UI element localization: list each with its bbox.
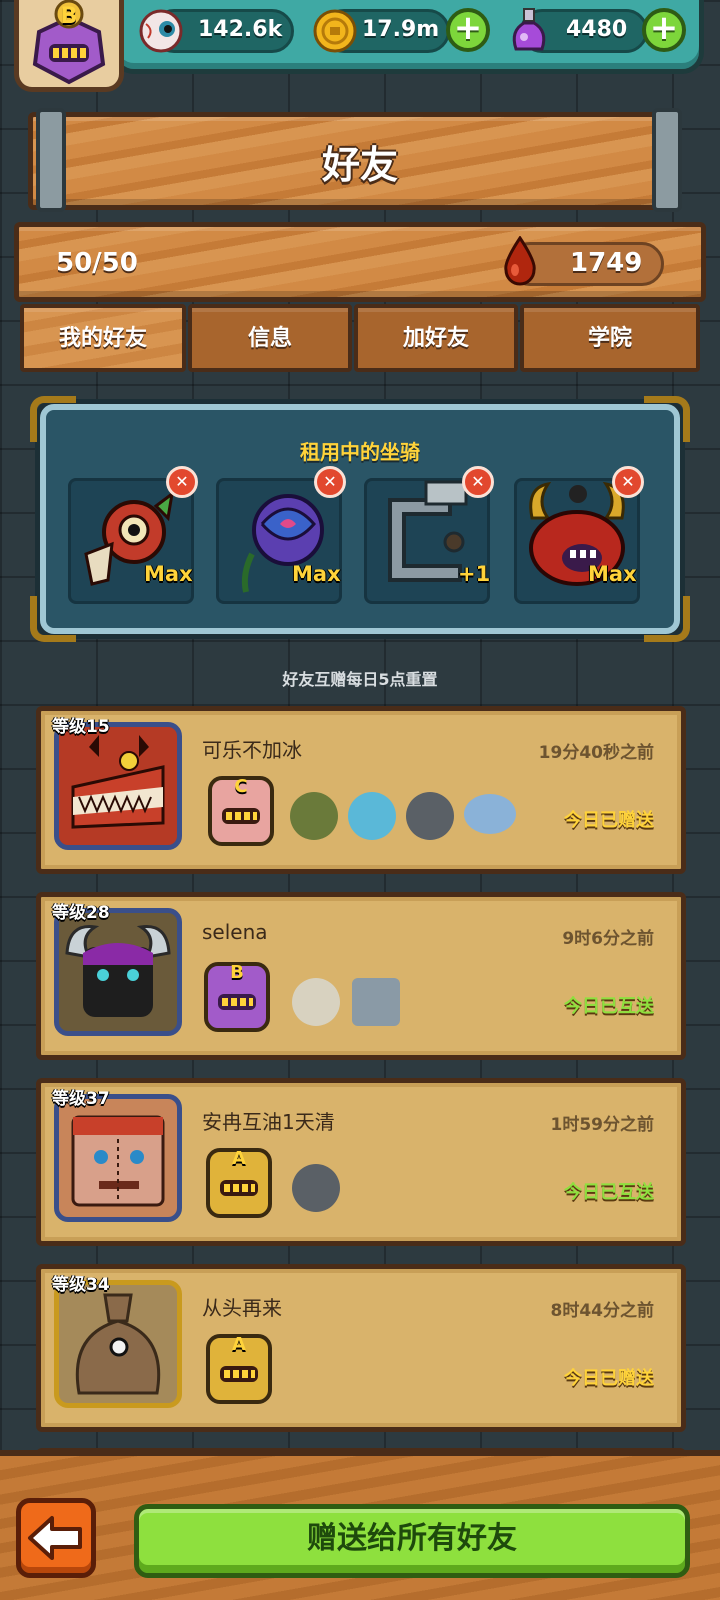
eyeball-amount: 142.6k [198,17,283,42]
close-icon[interactable]: ✕ [462,466,494,498]
friend-level: 等级15 [52,717,110,737]
friend-name: 可乐不加冰 [202,738,302,762]
back-arrow-icon [28,1516,82,1560]
mount-level: Max [292,562,341,586]
gift-status: 今日已赠送 [564,1368,654,1389]
friend-avatar[interactable] [54,908,182,1036]
rank-letter: C [234,776,248,797]
ufo-mount-icon [464,794,516,834]
panel-corner [644,596,690,642]
red-monster-icon [71,735,165,829]
friend-last-online: 9时6分之前 [562,929,654,949]
gift-status: 今日已互送 [564,996,654,1017]
friend-avatar[interactable] [54,722,182,850]
horned-black-monster-icon [65,925,171,1017]
friend-level: 等级34 [52,1275,110,1295]
rank-letter: A [232,1334,246,1355]
friend-last-online: 19分40秒之前 [538,743,654,763]
tab-add-friend[interactable]: 加好友 [354,304,518,372]
friend-last-online: 1时59分之前 [550,1115,655,1135]
buy-potion-button[interactable]: + [642,8,686,52]
gold-coin-icon [312,8,358,58]
pufferfish-mount-icon [348,792,396,840]
gift-all-friends-button[interactable]: 赠送给所有好友 [134,1504,690,1578]
mount-level: Max [144,562,193,586]
friend-level: 等级37 [52,1089,110,1109]
tab-messages[interactable]: 信息 [188,304,352,372]
buy-gold-button[interactable]: + [446,8,490,52]
sack-monster-icon [75,1293,161,1395]
friend-avatar[interactable] [54,1280,182,1408]
rank-letter: B [230,962,244,983]
page-title: 好友 [321,143,398,187]
cabinet-robot-icon [352,978,400,1026]
eyeball-icon [138,8,184,58]
friend-name: 从头再来 [202,1296,282,1320]
friend-last-online: 8时44分之前 [550,1301,655,1321]
tab-academy[interactable]: 学院 [520,304,700,372]
gift-status: 今日已互送 [564,1182,654,1203]
drill-mount-icon [406,792,454,840]
stitched-face-icon [71,1115,165,1207]
blood-drop-icon [500,235,540,290]
panel-corner [30,596,76,642]
friend-level: 等级28 [52,903,110,923]
friend-avatar[interactable] [54,1094,182,1222]
friend-count: 50/50 [56,248,138,278]
daily-reset-note: 好友互赠每日5点重置 [282,670,438,689]
drop-amount: 1749 [570,248,643,278]
rented-mounts-title: 租用中的坐骑 [300,440,420,464]
moon-orb-icon [292,978,340,1026]
player-rank-letter: B [60,4,78,29]
potion-flask-icon [506,5,552,59]
turtle-mount-icon [290,792,338,840]
close-icon[interactable]: ✕ [166,466,198,498]
tab-my-friends[interactable]: 我的好友 [20,304,186,372]
mount-level: +1 [458,562,491,586]
rank-letter: A [232,1148,246,1169]
friend-name: selena [202,920,268,944]
drill-mount-icon [292,1164,340,1212]
potion-amount: 4480 [566,17,628,42]
gold-amount: 17.9m [362,17,440,42]
close-icon[interactable]: ✕ [612,466,644,498]
friend-name: 安冉互油1天清 [202,1110,335,1134]
mount-level: Max [588,562,637,586]
back-button[interactable] [16,1498,96,1578]
close-icon[interactable]: ✕ [314,466,346,498]
